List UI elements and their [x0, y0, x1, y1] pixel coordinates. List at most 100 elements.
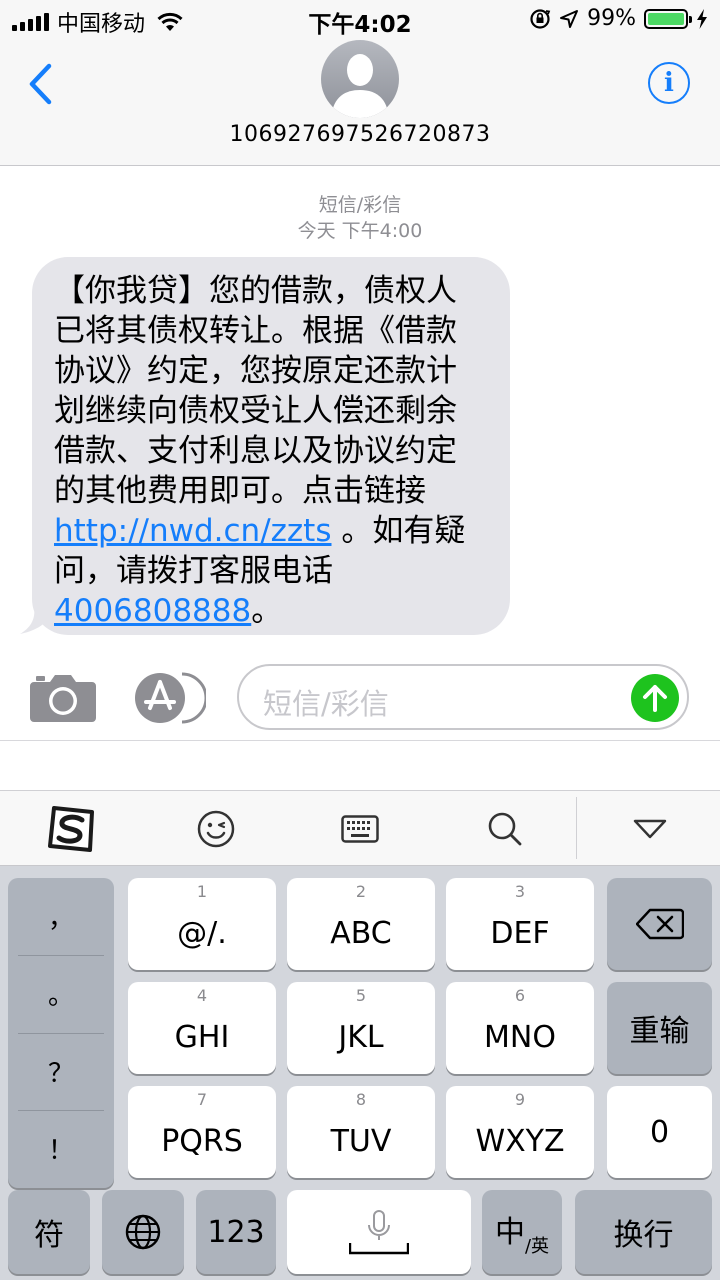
- message-line-5: 借款、支付利息以及协议约定: [54, 433, 457, 469]
- message-type-label: 短信/彩信: [318, 194, 402, 216]
- message-link[interactable]: http://nwd.cn/zzts: [54, 513, 332, 549]
- language-switch-label: 中/英: [495, 1207, 549, 1258]
- key-7-label: PQRS: [161, 1123, 243, 1159]
- status-right: 99%: [529, 6, 708, 31]
- symbols-key-label: 符: [34, 1218, 64, 1253]
- key-9[interactable]: 9 WXYZ: [446, 1086, 594, 1178]
- number-mode-key[interactable]: 123: [196, 1190, 276, 1274]
- key-6-number: 6: [514, 986, 526, 1005]
- key-8[interactable]: 8 TUV: [287, 1086, 435, 1178]
- message-link-suffix: 。如有疑: [331, 513, 466, 549]
- message-line-1: 【你我贷】您的借款，债权人: [54, 273, 457, 309]
- globe-key[interactable]: [102, 1190, 184, 1274]
- symbols-key[interactable]: 符: [8, 1190, 90, 1274]
- message-phone-suffix: 。: [251, 593, 283, 629]
- key-6[interactable]: 6 MNO: [446, 982, 594, 1074]
- key-8-number: 8: [355, 1090, 367, 1109]
- info-icon: i: [664, 68, 674, 98]
- key-6-label: MNO: [484, 1019, 556, 1055]
- location-arrow-icon: [560, 9, 579, 28]
- toolbar-separator: [576, 797, 577, 859]
- key-3[interactable]: 3 DEF: [446, 878, 594, 970]
- key-4[interactable]: 4 GHI: [128, 982, 276, 1074]
- retype-key-label: 重输: [629, 1014, 690, 1049]
- search-icon: [488, 812, 522, 846]
- newline-key-label: 换行: [613, 1218, 674, 1253]
- message-input-placeholder: 短信/彩信: [263, 687, 389, 721]
- key-0[interactable]: 0: [607, 1086, 712, 1178]
- key-0-label: 0: [649, 1114, 670, 1150]
- sogou-button[interactable]: [46, 801, 98, 857]
- space-voice-key[interactable]: [287, 1190, 471, 1274]
- key-2-label: ABC: [330, 915, 392, 951]
- triangle-down-icon: [633, 819, 667, 839]
- key-1-label: @/.: [177, 915, 227, 951]
- message-phone-link[interactable]: 4006808888: [54, 593, 251, 629]
- info-button[interactable]: i: [648, 62, 690, 104]
- key-3-number: 3: [514, 882, 526, 901]
- message-timestamp: 今天 下午4:00: [297, 220, 423, 242]
- key-9-number: 9: [514, 1090, 526, 1109]
- contact-avatar[interactable]: [321, 40, 399, 118]
- key-2[interactable]: 2 ABC: [287, 878, 435, 970]
- message-line-2: 已将其债权转让。根据《借款: [54, 313, 457, 349]
- sogou-logo-icon: [48, 806, 94, 852]
- key-3-label: DEF: [490, 915, 550, 951]
- t9-keyboard: ， 。 ？ ！ 1 @/. 2 ABC 3 DEF 4 GHI 5 JKL 6 …: [0, 866, 720, 1280]
- punct-key-exclamation[interactable]: ！: [8, 1110, 114, 1187]
- message-line-4: 划继续向债权受让人偿还剩余: [54, 393, 457, 429]
- newline-key[interactable]: 换行: [575, 1190, 712, 1274]
- emoji-button[interactable]: [195, 801, 237, 857]
- camera-icon: [30, 675, 96, 722]
- key-4-number: 4: [196, 986, 208, 1005]
- key-5-label: JKL: [338, 1019, 384, 1055]
- message-line-8: 问，请拨打客服电话: [54, 553, 333, 589]
- battery-fill: [648, 12, 684, 25]
- key-1[interactable]: 1 @/.: [128, 878, 276, 970]
- search-button[interactable]: [486, 801, 524, 857]
- backspace-key[interactable]: [607, 878, 712, 970]
- microphone-icon: [349, 1210, 409, 1255]
- person-silhouette-icon: [331, 54, 389, 118]
- chevron-left-icon: [29, 63, 52, 105]
- keyboard-toolbar: [0, 790, 720, 866]
- app-store-icon: [135, 672, 208, 724]
- rotation-lock-icon: [530, 8, 551, 29]
- message-line-6: 的其他费用即可。点击链接: [54, 473, 426, 509]
- arrow-up-icon: [643, 685, 667, 712]
- keyboard-switch-button[interactable]: [340, 801, 380, 857]
- message-line-9: 4006808888。: [54, 591, 488, 631]
- battery-percent: 99%: [587, 6, 636, 31]
- app-store-button[interactable]: [134, 672, 208, 724]
- message-input[interactable]: 短信/彩信: [237, 664, 689, 730]
- key-9-label: WXYZ: [475, 1123, 565, 1159]
- retype-key[interactable]: 重输: [607, 982, 712, 1074]
- battery-tip: [689, 15, 692, 23]
- punct-key-comma[interactable]: ，: [8, 878, 114, 955]
- battery-icon: [644, 8, 692, 29]
- globe-icon: [125, 1214, 161, 1250]
- key-8-label: TUV: [330, 1123, 392, 1159]
- key-5[interactable]: 5 JKL: [287, 982, 435, 1074]
- status-bar: 中国移动 下午4:02 99%: [0, 0, 720, 40]
- charging-bolt-icon: [697, 8, 707, 29]
- key-7[interactable]: 7 PQRS: [128, 1086, 276, 1178]
- punct-key-question[interactable]: ？: [8, 1033, 114, 1110]
- punctuation-column: ， 。 ？ ！: [8, 878, 114, 1188]
- key-7-number: 7: [196, 1090, 208, 1109]
- camera-button[interactable]: [30, 672, 96, 722]
- dismiss-keyboard-button[interactable]: [630, 801, 670, 857]
- compose-divider: [0, 740, 720, 741]
- back-button[interactable]: [20, 56, 60, 112]
- emoji-wink-icon: [197, 810, 235, 848]
- contact-number[interactable]: 106927697526720873: [0, 122, 720, 147]
- message-bubble[interactable]: 【你我贷】您的借款，债权人 已将其债权转让。根据《借款 协议》约定，您按原定还款…: [32, 257, 510, 635]
- punct-key-period[interactable]: 。: [8, 955, 114, 1032]
- send-button[interactable]: [631, 674, 679, 722]
- keyboard-icon: [341, 815, 379, 843]
- lang-sub-label: /英: [524, 1235, 550, 1257]
- key-5-number: 5: [355, 986, 367, 1005]
- language-switch-key[interactable]: 中/英: [482, 1190, 562, 1274]
- backspace-icon: [635, 908, 684, 940]
- message-line-3: 协议》约定，您按原定还款计: [54, 353, 457, 389]
